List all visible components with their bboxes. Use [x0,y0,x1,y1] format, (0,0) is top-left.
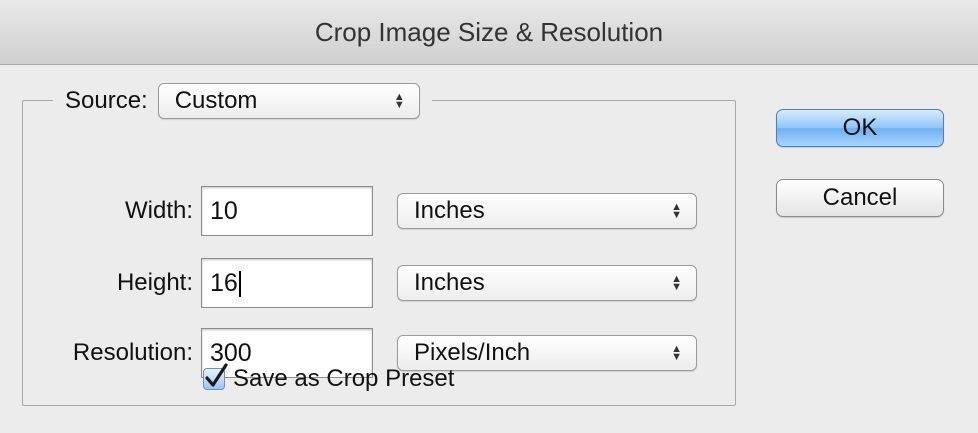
save-preset-label: Save as Crop Preset [233,365,455,392]
height-unit-popup[interactable]: Inches ▲ ▼ [397,265,697,301]
cancel-button-label: Cancel [822,184,898,211]
height-field[interactable]: 16 [201,258,373,308]
save-preset-row[interactable]: Save as Crop Preset [203,363,455,393]
window-titlebar: Crop Image Size & Resolution [0,0,978,65]
text-cursor [238,271,241,298]
width-field[interactable]: 10 [201,186,373,236]
ok-button[interactable]: OK [776,109,944,147]
up-down-arrows-icon: ▲ ▼ [671,201,682,221]
resolution-label: Resolution: [72,339,193,366]
checkmark-icon [205,363,228,387]
crop-settings-group: Source: Custom ▲ ▼ Width: 10 Inches ▲ ▼ He… [22,79,736,406]
height-unit-value: Inches [414,269,485,296]
ok-button-label: OK [842,114,878,141]
dialog-content: Source: Custom ▲ ▼ Width: 10 Inches ▲ ▼ He… [0,65,978,433]
source-popup-value: Custom [174,87,258,114]
source-popup[interactable]: Custom ▲ ▼ [157,83,420,119]
width-unit-popup[interactable]: Inches ▲ ▼ [397,193,697,229]
source-row: Source: Custom ▲ ▼ [53,79,432,123]
resolution-unit-value: Pixels/Inch [414,339,531,366]
cancel-button[interactable]: Cancel [776,179,944,217]
height-label: Height: [116,269,193,296]
source-label: Source: [65,87,148,114]
window-title: Crop Image Size & Resolution [314,17,664,47]
height-value: 16 [210,269,238,297]
width-unit-value: Inches [414,197,485,224]
up-down-arrows-icon: ▲ ▼ [671,343,682,363]
up-down-arrows-icon: ▲ ▼ [393,91,405,111]
save-preset-checkbox[interactable] [203,363,228,390]
up-down-arrows-icon: ▲ ▼ [671,273,682,293]
width-label: Width: [124,197,193,224]
width-value: 10 [210,197,238,225]
